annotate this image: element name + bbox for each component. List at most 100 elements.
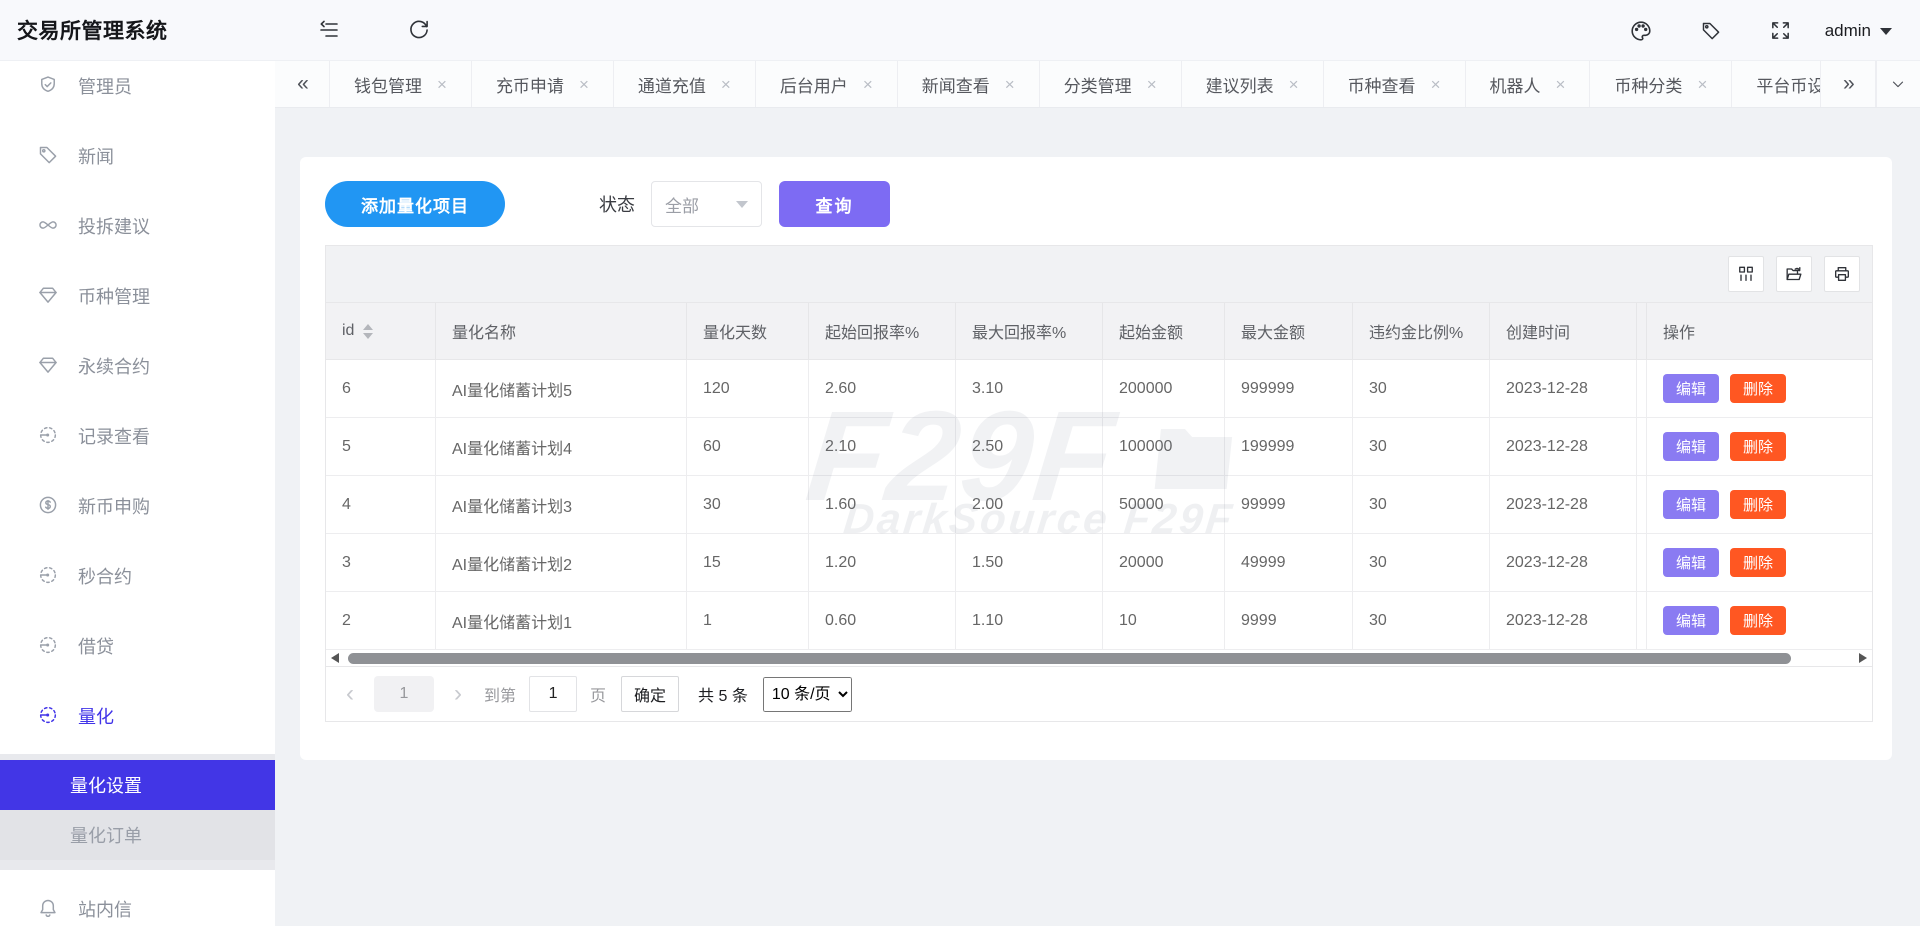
close-icon[interactable]: × <box>437 76 447 93</box>
tab-backend-users[interactable]: 后台用户 × <box>756 61 898 107</box>
theme-palette-icon[interactable] <box>1621 11 1661 51</box>
cell-max-amount: 9999 <box>1225 592 1353 649</box>
close-icon[interactable]: × <box>1431 76 1441 93</box>
cell-id: 2 <box>326 592 436 649</box>
sidebar-item-second-contract[interactable]: 秒合约 <box>0 552 275 599</box>
tag-icon <box>37 144 61 168</box>
delete-button[interactable]: 删除 <box>1730 374 1787 403</box>
cell-start-amount: 50000 <box>1103 476 1225 533</box>
cell-penalty: 30 <box>1353 360 1490 417</box>
sidebar-item-label: 管理员 <box>78 76 132 97</box>
filter-columns-icon[interactable] <box>1728 256 1764 292</box>
cell-max-amount: 999999 <box>1225 360 1353 417</box>
sidebar-item-admin[interactable]: 管理员 <box>0 62 275 109</box>
tabs-dropdown-icon[interactable] <box>1875 61 1920 107</box>
tab-suggestion-list[interactable]: 建议列表 × <box>1182 61 1324 107</box>
chevron-down-icon <box>736 200 748 208</box>
sidebar-item-site-message[interactable]: 站内信 <box>0 885 275 926</box>
edit-button[interactable]: 编辑 <box>1663 548 1720 577</box>
scroll-left-arrow-icon[interactable] <box>331 653 339 663</box>
tabs-scroll-left-icon[interactable]: « <box>275 61 330 107</box>
tab-label: 机器人 <box>1489 76 1541 96</box>
scroll-right-arrow-icon[interactable] <box>1859 653 1867 663</box>
sidebar-subitem-quant-orders[interactable]: 量化订单 <box>0 810 275 860</box>
tabs-scroll-right-icon[interactable]: » <box>1821 61 1876 107</box>
tab-category-management[interactable]: 分类管理 × <box>1040 61 1182 107</box>
status-select[interactable]: 全部 <box>651 181 762 227</box>
sidebar-item-new-coin-subscription[interactable]: 新币申购 <box>0 482 275 529</box>
sidebar-subitem-label: 量化设置 <box>70 776 142 796</box>
sidebar-item-label: 投拆建议 <box>78 216 150 237</box>
sidebar-subitem-quant-settings[interactable]: 量化设置 <box>0 760 275 810</box>
cell-spacer <box>1637 418 1647 475</box>
current-page-button[interactable]: 1 <box>374 676 434 712</box>
tab-wallet-management[interactable]: 钱包管理 × <box>330 61 472 107</box>
cell-created: 2023-12-28 <box>1490 476 1637 533</box>
table-toolbar <box>326 246 1872 303</box>
column-header-id: id <box>326 303 436 359</box>
delete-button[interactable]: 删除 <box>1730 606 1787 635</box>
close-icon[interactable]: × <box>579 76 589 93</box>
shield-check-icon <box>37 74 61 98</box>
cell-penalty: 30 <box>1353 476 1490 533</box>
sidebar-item-news[interactable]: 新闻 <box>0 132 275 179</box>
goto-page-input[interactable] <box>529 676 578 712</box>
tab-coin-view[interactable]: 币种查看 × <box>1324 61 1466 107</box>
tab-robot[interactable]: 机器人 × <box>1466 61 1591 107</box>
tabbar: « 钱包管理 × 充币申请 × 通道充值 × 后台用户 × 新闻查看 × 分类管… <box>275 61 1920 108</box>
page-size-select[interactable]: 10 条/页 <box>762 676 852 712</box>
next-page-icon[interactable]: › <box>454 682 462 706</box>
close-icon[interactable]: × <box>863 76 873 93</box>
collapse-sidebar-icon[interactable] <box>309 10 349 50</box>
refresh-icon[interactable] <box>399 10 439 50</box>
fullscreen-icon[interactable] <box>1761 11 1801 51</box>
dollar-circle-icon <box>37 494 61 518</box>
tag-icon[interactable] <box>1691 11 1731 51</box>
print-icon[interactable] <box>1824 256 1860 292</box>
sidebar-item-quantification[interactable]: 量化 <box>0 692 275 739</box>
edit-button[interactable]: 编辑 <box>1663 374 1720 403</box>
add-quantification-button[interactable]: 添加量化项目 <box>325 181 505 227</box>
sidebar-item-suggestions[interactable]: 投拆建议 <box>0 202 275 249</box>
table-row: 5 AI量化储蓄计划4 60 2.10 2.50 100000 199999 3… <box>326 418 1872 476</box>
diamond-icon <box>37 284 61 308</box>
tab-deposit-request[interactable]: 充币申请 × <box>472 61 614 107</box>
sort-icon[interactable] <box>363 323 374 339</box>
sidebar-item-records[interactable]: 记录查看 <box>0 412 275 459</box>
edit-button[interactable]: 编辑 <box>1663 606 1720 635</box>
delete-button[interactable]: 删除 <box>1730 432 1787 461</box>
sidebar-item-perpetual-contract[interactable]: 永续合约 <box>0 342 275 389</box>
close-icon[interactable]: × <box>721 76 731 93</box>
sidebar-item-lending[interactable]: 借贷 <box>0 622 275 669</box>
cell-actions: 编辑 删除 <box>1647 418 1872 475</box>
bell-icon <box>37 897 61 921</box>
close-icon[interactable]: × <box>1697 76 1707 93</box>
tab-coin-category[interactable]: 币种分类 × <box>1590 61 1733 107</box>
confirm-page-button[interactable]: 确定 <box>621 676 680 712</box>
tab-news-view[interactable]: 新闻查看 × <box>898 61 1040 107</box>
sidebar-item-label: 量化 <box>78 706 114 727</box>
cell-days: 1 <box>687 592 809 649</box>
tab-label: 通道充值 <box>637 76 706 96</box>
edit-button[interactable]: 编辑 <box>1663 490 1720 519</box>
cell-max-rate: 1.50 <box>956 534 1103 591</box>
search-button[interactable]: 查询 <box>779 181 890 227</box>
user-menu[interactable]: admin <box>1825 21 1892 41</box>
close-icon[interactable]: × <box>1556 76 1566 93</box>
edit-button[interactable]: 编辑 <box>1663 432 1720 461</box>
close-icon[interactable]: × <box>1289 76 1299 93</box>
scrollbar-thumb[interactable] <box>348 653 1791 664</box>
horizontal-scrollbar[interactable] <box>326 650 1872 667</box>
gauge-icon <box>37 704 61 728</box>
tab-channel-deposit[interactable]: 通道充值 × <box>614 61 756 107</box>
export-icon[interactable] <box>1776 256 1812 292</box>
cell-id: 4 <box>326 476 436 533</box>
delete-button[interactable]: 删除 <box>1730 548 1787 577</box>
close-icon[interactable]: × <box>1005 76 1015 93</box>
prev-page-icon[interactable]: ‹ <box>346 682 354 706</box>
tab-platform-coin-settings[interactable]: 平台币设 <box>1732 61 1821 107</box>
close-icon[interactable]: × <box>1147 76 1157 93</box>
cell-actions: 编辑 删除 <box>1647 592 1872 649</box>
delete-button[interactable]: 删除 <box>1730 490 1787 519</box>
sidebar-item-coin-management[interactable]: 币种管理 <box>0 272 275 319</box>
